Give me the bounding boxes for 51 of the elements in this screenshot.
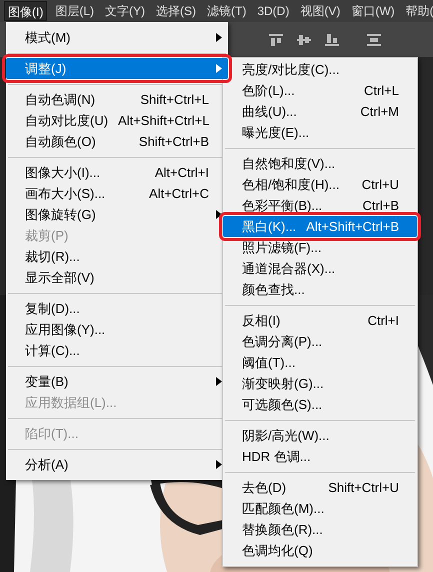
menu-item[interactable]: 色相/饱和度(H)... Ctrl+U xyxy=(223,174,417,195)
menu-item[interactable]: 替换颜色(R)... xyxy=(223,519,417,540)
menu-item[interactable]: 黑白(K)... Alt+Shift+Ctrl+B xyxy=(223,216,417,237)
menu-item[interactable]: 阴影/高光(W)... xyxy=(223,425,417,446)
menu-bar-item[interactable]: 滤镜(T) xyxy=(204,1,250,21)
shortcut-label: Alt+Ctrl+I xyxy=(154,164,209,182)
menu-bar-item[interactable]: 窗口(W) xyxy=(348,1,398,21)
shortcut-label: Shift+Ctrl+L xyxy=(140,90,209,109)
shortcut-label: Ctrl+B xyxy=(362,196,399,215)
menu-item[interactable]: 通道混合器(X)... xyxy=(223,258,417,279)
menu-bar-item[interactable]: 文字(Y) xyxy=(102,1,148,21)
menu-item[interactable]: 调整(J) xyxy=(6,58,228,79)
shortcut-label: Alt+Ctrl+C xyxy=(149,184,209,203)
shortcut-label: Ctrl+L xyxy=(364,82,399,100)
menu-item[interactable]: 曝光度(E)... xyxy=(223,122,417,143)
menu-bar-item[interactable]: 图像(I) xyxy=(4,1,48,21)
shortcut-label: Ctrl+M xyxy=(360,102,399,121)
menu-item[interactable]: 颜色查找... xyxy=(223,279,417,300)
align-middle-icon[interactable] xyxy=(296,32,312,46)
menu-item[interactable]: 反相(I) Ctrl+I xyxy=(223,310,417,331)
submenu-arrow-icon xyxy=(216,460,222,469)
menu-item[interactable]: 阈值(T)... xyxy=(223,352,417,373)
menu-item[interactable]: 曲线(U)... Ctrl+M xyxy=(223,101,417,122)
menu-item[interactable]: 渐变映射(G)... xyxy=(223,373,417,394)
shortcut-label: Shift+Ctrl+B xyxy=(138,132,209,151)
menu-item[interactable]: 照片滤镜(F)... xyxy=(223,237,417,258)
submenu-arrow-icon xyxy=(216,33,222,42)
submenu-arrow-icon xyxy=(216,377,222,386)
align-bottom-icon[interactable] xyxy=(324,32,340,46)
submenu-arrow-icon xyxy=(216,64,222,73)
shortcut-label: Alt+Shift+Ctrl+L xyxy=(118,112,210,130)
menu-bar-item[interactable]: 选择(S) xyxy=(153,1,199,21)
menu-item[interactable]: 匹配颜色(M)... xyxy=(223,498,417,519)
shortcut-label: Ctrl+I xyxy=(368,312,399,330)
shortcut-label: Alt+Shift+Ctrl+B xyxy=(306,218,400,236)
menu-item[interactable]: 色调分离(P)... xyxy=(223,331,417,352)
shortcut-label: Shift+Ctrl+U xyxy=(328,478,399,497)
shortcut-label: Ctrl+U xyxy=(362,176,399,194)
distribute-icon[interactable] xyxy=(366,32,382,46)
menu-item[interactable]: 色彩平衡(B)... Ctrl+B xyxy=(223,195,417,216)
align-top-icon[interactable] xyxy=(268,32,284,46)
menu-bar-item[interactable]: 3D(D) xyxy=(254,1,292,21)
menu-item[interactable]: 色调均化(Q) xyxy=(223,540,417,561)
menu-bar-item[interactable]: 视图(V) xyxy=(297,1,344,21)
menu-bar-item[interactable]: 图层(L) xyxy=(52,1,97,21)
menu-item[interactable]: 模式(M) xyxy=(6,27,228,48)
menu-item[interactable]: HDR 色调... xyxy=(223,446,417,467)
menu-item[interactable]: 去色(D) Shift+Ctrl+U xyxy=(223,477,417,498)
menu-item[interactable]: 可选颜色(S)... xyxy=(223,394,417,415)
menu-item[interactable]: 自然饱和度(V)... xyxy=(223,153,417,174)
menu-item[interactable]: 色阶(L)... Ctrl+L xyxy=(223,80,417,101)
